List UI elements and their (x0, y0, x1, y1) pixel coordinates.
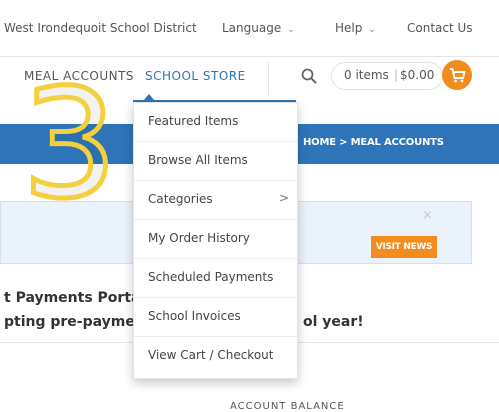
menu-item-browse-all-items[interactable]: Browse All Items (134, 142, 297, 181)
help-menu[interactable]: Help ⌄ (335, 21, 376, 35)
cart-separator: | (394, 68, 399, 82)
portal-title: t Payments Porta (4, 290, 141, 306)
menu-item-label: Browse All Items (148, 153, 248, 167)
menu-item-categories[interactable]: Categories > (134, 181, 297, 220)
menu-item-label: Categories (148, 192, 213, 206)
school-store-dropdown: Featured Items Browse All Items Categori… (133, 102, 298, 379)
menu-item-school-invoices[interactable]: School Invoices (134, 298, 297, 337)
utility-bar: West Irondequoit School District Languag… (0, 0, 499, 57)
portal-subtitle-end: ol year! (303, 314, 364, 330)
nav-divider (268, 61, 269, 95)
search-icon[interactable] (300, 67, 318, 85)
language-menu[interactable]: Language ⌄ (222, 21, 295, 35)
menu-item-label: View Cart / Checkout (148, 348, 274, 362)
cart-summary[interactable]: 0 items | $0.00 (331, 62, 443, 90)
tab-school-store[interactable]: SCHOOL STORE (145, 69, 246, 83)
portal-subtitle: pting pre-paymer (4, 314, 142, 330)
chevron-down-icon: ⌄ (287, 25, 295, 35)
language-label: Language (222, 21, 282, 35)
menu-item-label: My Order History (148, 231, 250, 245)
help-label: Help (335, 21, 363, 35)
account-balance-label: ACCOUNT BALANCE (230, 401, 345, 412)
breadcrumb[interactable]: HOME > MEAL ACCOUNTS (303, 137, 444, 148)
cart-item-count: 0 items (344, 68, 389, 82)
menu-item-label: Featured Items (148, 114, 239, 128)
chevron-down-icon: ⌄ (368, 25, 376, 35)
cart-button[interactable] (442, 60, 472, 90)
step-number-annotation: 3 (19, 58, 119, 232)
active-tab-caret (144, 94, 154, 100)
menu-item-scheduled-payments[interactable]: Scheduled Payments (134, 259, 297, 298)
menu-item-view-cart-checkout[interactable]: View Cart / Checkout (134, 337, 297, 376)
close-icon[interactable]: × (422, 208, 433, 223)
contact-us-link[interactable]: Contact Us (407, 21, 473, 35)
visit-news-button[interactable]: VISIT NEWS (371, 236, 437, 258)
menu-item-featured-items[interactable]: Featured Items (134, 103, 297, 142)
shopping-cart-icon (450, 68, 466, 83)
chevron-right-icon: > (279, 191, 290, 205)
menu-item-label: Scheduled Payments (148, 270, 274, 284)
menu-item-label: School Invoices (148, 309, 241, 323)
cart-total: $0.00 (400, 68, 435, 82)
district-link[interactable]: West Irondequoit School District (4, 21, 197, 35)
menu-item-my-order-history[interactable]: My Order History (134, 220, 297, 259)
